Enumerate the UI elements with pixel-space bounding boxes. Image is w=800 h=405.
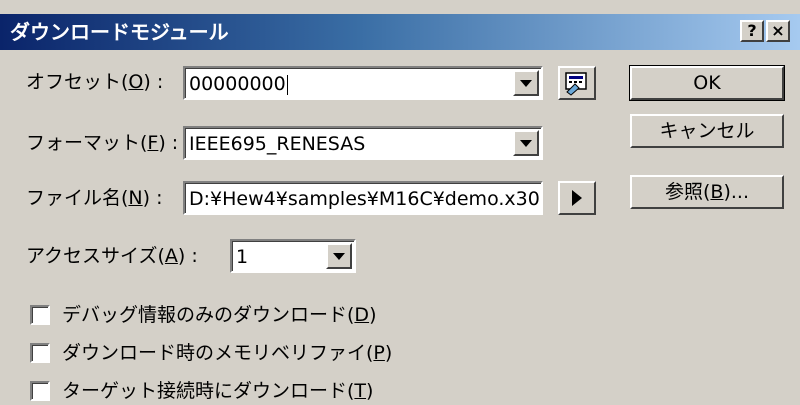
help-button[interactable]: ? [740,20,764,42]
close-button[interactable]: × [766,20,790,42]
filename-label: ファイル名(N) : [26,187,163,209]
access-size-dropdown-button[interactable] [326,243,352,269]
file-menu-button[interactable] [558,181,596,215]
calculator-button[interactable] [558,66,596,100]
filename-value[interactable]: D:¥Hew4¥samples¥M16C¥demo.x30 [189,187,540,211]
access-size-select[interactable]: 1 [230,239,356,273]
format-dropdown-button[interactable] [513,130,539,156]
format-label: フォーマット(F) : [26,132,179,154]
calculator-icon [565,72,587,96]
chevron-down-icon [520,140,532,147]
offset-label: オフセット(O) : [26,71,164,93]
offset-input[interactable]: 00000000 [189,72,288,96]
play-arrow-icon [572,190,582,206]
memory-verify-label[interactable]: ダウンロード時のメモリベリファイ(P) [62,341,392,365]
window-title: ダウンロードモジュール [10,20,229,44]
download-on-connect-checkbox[interactable] [30,381,50,401]
download-on-connect-label[interactable]: ターゲット接続時にダウンロード(T) [62,379,373,403]
memory-verify-checkbox[interactable] [30,343,50,363]
ok-button[interactable]: OK [629,65,785,101]
access-size-value: 1 [236,246,249,268]
download-module-dialog: ダウンロードモジュール ? × オフセット(O) : 00000000 OK フ… [0,0,800,405]
cancel-button[interactable]: キャンセル [630,114,784,148]
offset-dropdown-button[interactable] [513,70,539,96]
chevron-down-icon [520,80,532,87]
format-value: IEEE695_RENESAS [189,133,366,155]
debug-info-only-checkbox[interactable] [30,305,50,325]
chevron-down-icon [333,253,345,260]
filename-input[interactable]: D:¥Hew4¥samples¥M16C¥demo.x30 [183,181,543,215]
browse-button[interactable]: 参照(B)... [630,175,784,209]
debug-info-only-label[interactable]: デバッグ情報のみのダウンロード(D) [62,303,376,327]
title-bar[interactable]: ダウンロードモジュール ? × [0,14,800,50]
access-size-label: アクセスサイズ(A) : [26,245,198,267]
offset-combobox[interactable]: 00000000 [183,66,543,100]
format-select[interactable]: IEEE695_RENESAS [183,126,543,160]
